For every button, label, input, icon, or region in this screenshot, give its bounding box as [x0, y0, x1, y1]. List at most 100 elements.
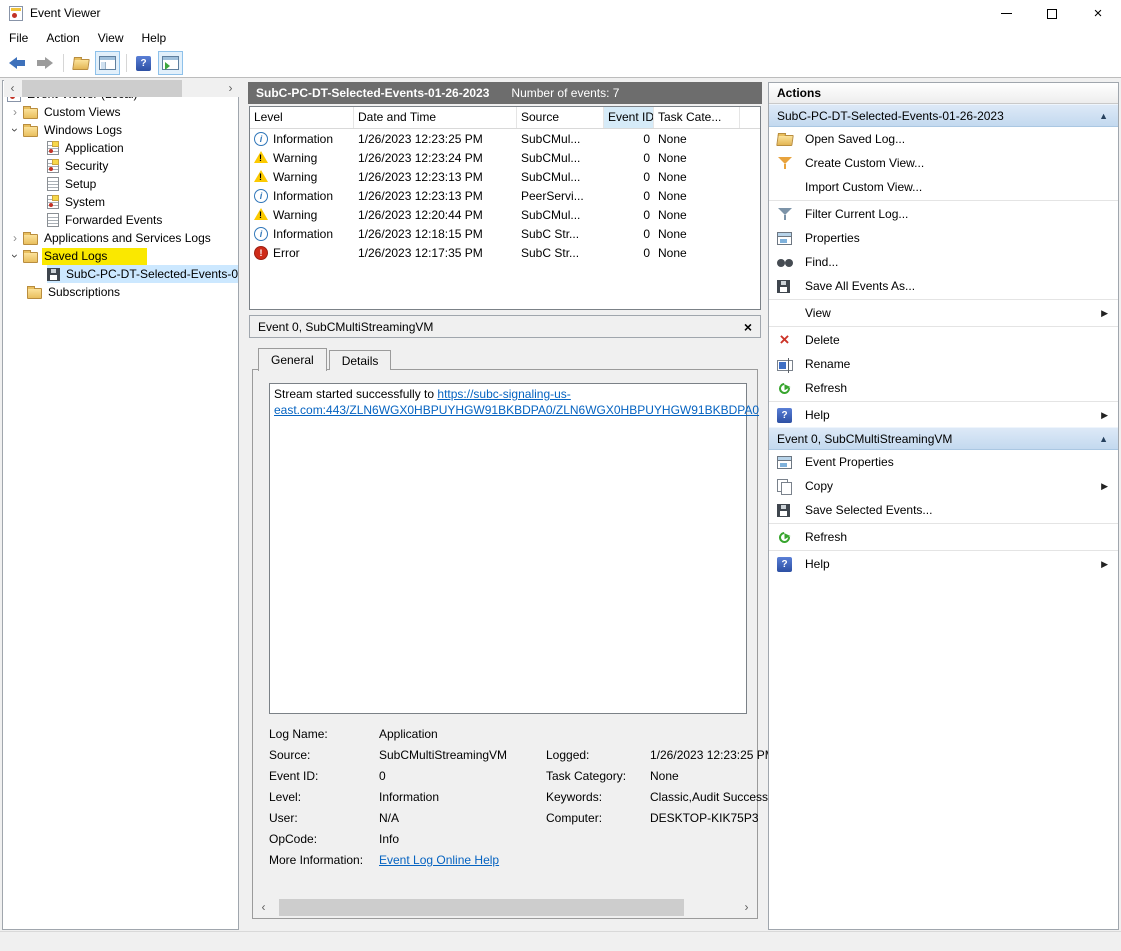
selection-band: SubC-PC-DT-Selected-Events-01-: [47, 265, 238, 283]
actions-section-event[interactable]: Event 0, SubCMultiStreamingVM ▲: [769, 427, 1118, 450]
scroll-right-icon[interactable]: ›: [738, 899, 755, 916]
close-icon: ×: [1094, 5, 1103, 22]
tree-item-label: Setup: [65, 177, 96, 191]
menu-help[interactable]: Help: [133, 28, 176, 48]
event-row[interactable]: Information 1/26/2023 12:23:25 PM SubCMu…: [250, 129, 760, 148]
action-copy[interactable]: Copy ▶: [769, 474, 1118, 498]
scroll-left-icon[interactable]: ‹: [255, 899, 272, 916]
action-properties[interactable]: Properties: [769, 226, 1118, 250]
action-delete[interactable]: Delete: [769, 328, 1118, 352]
tree-item-security[interactable]: Security: [3, 157, 238, 175]
tree-horizontal-scrollbar[interactable]: ‹ ›: [4, 80, 239, 97]
tree-item-setup[interactable]: Setup: [3, 175, 238, 193]
action-create-custom-view[interactable]: Create Custom View...: [769, 151, 1118, 175]
menu-view[interactable]: View: [89, 28, 133, 48]
maximize-icon: [1047, 9, 1057, 19]
menu-action[interactable]: Action: [37, 28, 88, 48]
column-header-task-category[interactable]: Task Cate...: [654, 107, 740, 128]
detail-close-icon[interactable]: ×: [744, 320, 752, 334]
menu-file[interactable]: File: [0, 28, 37, 48]
tree-item-windows-logs[interactable]: › Windows Logs: [3, 121, 238, 139]
stream-url-link[interactable]: https://subc-signaling-us-: [437, 387, 570, 401]
scrollbar-thumb[interactable]: [279, 899, 684, 916]
help-icon: [136, 56, 151, 71]
action-help-event[interactable]: Help ▶: [769, 552, 1118, 576]
expander-collapsed-icon[interactable]: ›: [7, 105, 23, 119]
tab-details[interactable]: Details: [329, 350, 392, 370]
tree-item-application[interactable]: Application: [3, 139, 238, 157]
help-button[interactable]: [131, 51, 156, 75]
column-header-level[interactable]: Level: [250, 107, 354, 128]
section-title: SubC-PC-DT-Selected-Events-01-26-2023: [777, 109, 1099, 123]
collapse-arrow-icon[interactable]: ▲: [1099, 434, 1108, 444]
tree-item-subscriptions[interactable]: Subscriptions: [3, 283, 238, 301]
scroll-right-icon[interactable]: ›: [222, 80, 239, 97]
action-save-selected-events[interactable]: Save Selected Events...: [769, 498, 1118, 522]
action-save-all-events-as[interactable]: Save All Events As...: [769, 274, 1118, 298]
events-list-header: SubC-PC-DT-Selected-Events-01-26-2023 Nu…: [248, 82, 762, 104]
action-refresh[interactable]: Refresh: [769, 376, 1118, 400]
expander-expanded-icon[interactable]: ›: [7, 249, 23, 263]
tree-item-apps-services-logs[interactable]: › Applications and Services Logs: [3, 229, 238, 247]
action-help[interactable]: Help ▶: [769, 403, 1118, 427]
action-find[interactable]: Find...: [769, 250, 1118, 274]
minimize-button[interactable]: [983, 0, 1029, 27]
error-icon: [254, 246, 268, 260]
expander-collapsed-icon[interactable]: ›: [7, 231, 23, 245]
expander-expanded-icon[interactable]: ›: [7, 123, 23, 137]
tree-item-saved-logs[interactable]: › Saved Logs: [3, 247, 238, 265]
back-button[interactable]: [5, 51, 30, 75]
event-row[interactable]: Warning 1/26/2023 12:20:44 PM SubCMul...…: [250, 205, 760, 224]
event-row[interactable]: Warning 1/26/2023 12:23:24 PM SubCMul...…: [250, 148, 760, 167]
actions-separator: [769, 550, 1118, 551]
actions-separator: [769, 401, 1118, 402]
event-row[interactable]: Error 1/26/2023 12:17:35 PM SubC Str... …: [250, 243, 760, 262]
event-log-online-help-link[interactable]: Event Log Online Help: [379, 853, 499, 867]
open-saved-log-button[interactable]: [68, 51, 93, 75]
action-refresh-event[interactable]: Refresh: [769, 525, 1118, 549]
tab-general[interactable]: General: [258, 348, 327, 371]
action-event-properties[interactable]: Event Properties: [769, 450, 1118, 474]
event-detail-title: Event 0, SubCMultiStreamingVM: [258, 320, 744, 334]
action-pane-icon: [162, 56, 179, 70]
collapse-arrow-icon[interactable]: ▲: [1099, 111, 1108, 121]
scroll-left-icon[interactable]: ‹: [4, 80, 21, 97]
folder-icon: [23, 108, 38, 119]
column-header-event-id[interactable]: Event ID: [604, 107, 654, 128]
event-row[interactable]: Warning 1/26/2023 12:23:13 PM SubCMul...…: [250, 167, 760, 186]
tree-item-system[interactable]: System: [3, 193, 238, 211]
action-view[interactable]: View ▶: [769, 301, 1118, 325]
minimize-icon: [1001, 13, 1012, 14]
action-import-custom-view[interactable]: Import Custom View...: [769, 175, 1118, 199]
action-open-saved-log[interactable]: Open Saved Log...: [769, 127, 1118, 151]
tree-item-custom-views[interactable]: › Custom Views: [3, 103, 238, 121]
general-tab-content: Stream started successfully to https://s…: [252, 369, 758, 919]
event-description[interactable]: Stream started successfully to https://s…: [269, 383, 747, 714]
submenu-arrow-icon: ▶: [1101, 481, 1108, 492]
information-icon: [254, 132, 268, 146]
detail-horizontal-scrollbar[interactable]: ‹ ›: [255, 899, 755, 916]
scrollbar-thumb[interactable]: [22, 80, 182, 97]
event-row[interactable]: Information 1/26/2023 12:18:15 PM SubC S…: [250, 224, 760, 243]
event-row[interactable]: Information 1/26/2023 12:23:13 PM PeerSe…: [250, 186, 760, 205]
column-header-date[interactable]: Date and Time: [354, 107, 517, 128]
stream-url-link[interactable]: east.com:443/ZLN6WGX0HBPUYHGW91BKBDPA0/Z…: [274, 403, 759, 417]
maximize-button[interactable]: [1029, 0, 1075, 27]
events-table-header: Level Date and Time Source Event ID Task…: [250, 107, 760, 129]
actions-section-log[interactable]: SubC-PC-DT-Selected-Events-01-26-2023 ▲: [769, 104, 1118, 127]
show-console-tree-button[interactable]: [95, 51, 120, 75]
column-header-source[interactable]: Source: [517, 107, 604, 128]
delete-x-icon: [777, 333, 792, 347]
tree-item-label: System: [65, 195, 105, 209]
folder-icon: [23, 252, 38, 263]
action-filter-current-log[interactable]: Filter Current Log...: [769, 202, 1118, 226]
refresh-icon: [777, 380, 792, 395]
action-rename[interactable]: Rename: [769, 352, 1118, 376]
open-folder-icon: [72, 59, 90, 70]
close-button[interactable]: ×: [1075, 0, 1121, 27]
tree-item-saved-log-file[interactable]: SubC-PC-DT-Selected-Events-01-: [3, 265, 238, 283]
forward-button[interactable]: [32, 51, 57, 75]
tree-item-forwarded-events[interactable]: Forwarded Events: [3, 211, 238, 229]
show-action-pane-button[interactable]: [158, 51, 183, 75]
log-icon: [47, 177, 59, 191]
